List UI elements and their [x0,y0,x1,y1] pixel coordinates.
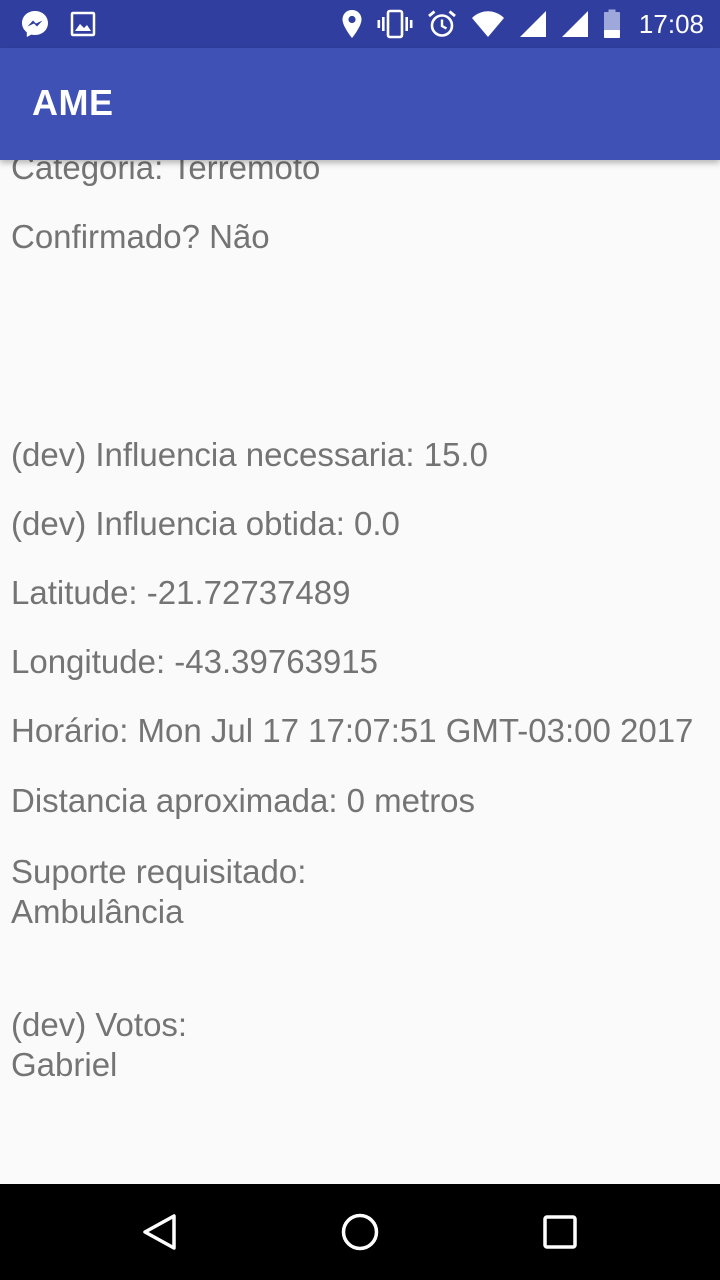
recents-icon[interactable] [540,1212,580,1252]
category-text: Categoria: Terremoto [11,160,321,186]
signal-icon [519,10,547,38]
home-icon[interactable] [340,1212,380,1252]
status-bar: 17:08 [0,0,720,48]
support-value: Ambulância [11,893,184,930]
navigation-bar [0,1184,720,1280]
image-icon [70,11,96,37]
longitude-text: Longitude: -43.39763915 [11,643,378,680]
app-bar: AME [0,48,720,160]
timestamp-text: Horário: Mon Jul 17 17:07:51 GMT-03:00 2… [11,712,694,749]
vibrate-icon [377,9,413,39]
alarm-icon [427,9,457,39]
details-list: Categoria: Terremoto Confirmado? Não (de… [11,160,701,1085]
obtained-influence-text: (dev) Influencia obtida: 0.0 [11,505,400,542]
status-time: 17:08 [638,8,704,39]
confirmed-text: Confirmado? Não [11,218,270,255]
messenger-icon [20,9,50,39]
support-label: Suporte requisitado: [11,853,307,890]
back-icon[interactable] [140,1212,180,1252]
details-scroll-view[interactable]: Categoria: Terremoto Confirmado? Não (de… [0,160,720,1184]
location-icon [341,9,363,39]
battery-icon [603,9,621,39]
app-title: AME [32,82,114,123]
required-influence-text: (dev) Influencia necessaria: 15.0 [11,436,488,473]
votes-label: (dev) Votos: [11,1006,188,1043]
distance-text: Distancia aproximada: 0 metros [11,782,476,819]
wifi-icon [471,10,505,38]
latitude-text: Latitude: -21.72737489 [11,574,351,611]
votes-value: Gabriel [11,1046,118,1083]
signal-icon [561,10,589,38]
